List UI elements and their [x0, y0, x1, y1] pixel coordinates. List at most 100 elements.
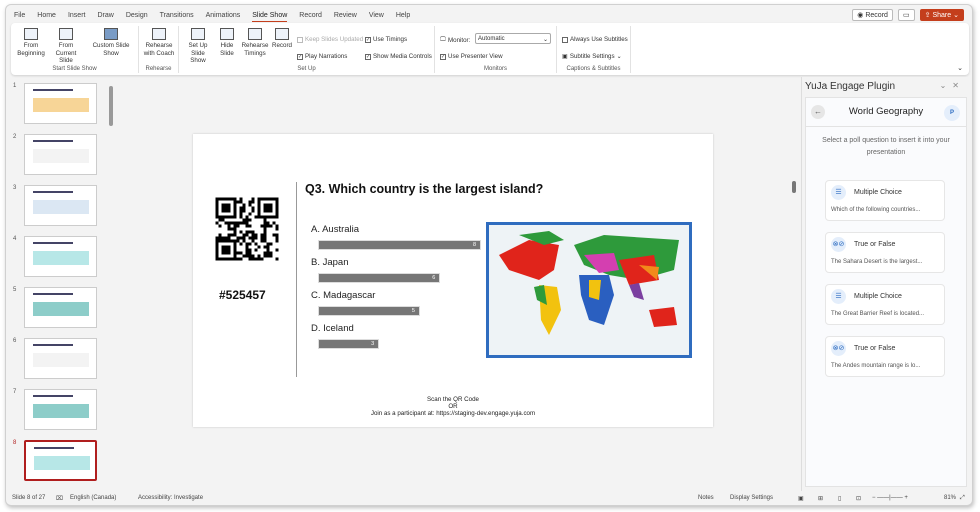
tab-draw[interactable]: Draw	[97, 12, 113, 22]
avatar[interactable]: P	[944, 105, 960, 121]
record-icon: ◉	[857, 12, 864, 19]
poll-question: The Great Barrier Reef is located...	[831, 311, 925, 317]
display-settings-button[interactable]: Display Settings	[730, 495, 773, 501]
slide-number: 4	[13, 236, 17, 242]
true-false-icon: ⊗⊘	[831, 237, 846, 252]
slide-thumbnails: 123456789	[6, 77, 110, 491]
slide-number: 6	[13, 338, 17, 344]
tab-view[interactable]: View	[369, 12, 384, 22]
poll-card[interactable]: ⊗⊘ True or False The Andes mountain range …	[825, 336, 945, 377]
record-button[interactable]: ◉ Record	[852, 9, 893, 21]
slide-thumbnail[interactable]	[24, 389, 97, 430]
tab-record[interactable]: Record	[299, 12, 322, 22]
option-label: B. Japan	[311, 257, 349, 268]
rehearse-coach-button[interactable]: Rehearse with Coach	[141, 28, 177, 57]
poll-type: True or False	[854, 345, 896, 352]
setup-icon	[191, 28, 205, 40]
vote-bar: 6	[318, 273, 441, 283]
group-rehearse: Rehearse with Coach Rehearse	[139, 26, 179, 73]
list-icon: ☰	[831, 185, 846, 200]
option-label: C. Madagascar	[311, 290, 376, 301]
footer-line-2: OR	[448, 403, 458, 410]
slide-number: 8	[13, 440, 17, 446]
session-code: #525457	[219, 288, 266, 302]
tab-review[interactable]: Review	[334, 12, 357, 22]
share-button[interactable]: ⇪ Share ⌄	[919, 9, 964, 21]
zoom-slider[interactable]: − ——|—— +	[872, 495, 908, 501]
keep-slides-updated-checkbox[interactable]: Keep Slides Updated	[297, 36, 363, 43]
subtitle-settings-button[interactable]: ▣ Subtitle Settings ⌄	[562, 53, 622, 60]
tab-animations[interactable]: Animations	[206, 12, 241, 22]
record-slide-button[interactable]: Record	[271, 28, 293, 50]
poll-set-name: World Geography	[848, 106, 924, 117]
group-monitors: 🖵 Monitor: Automatic ⌄ ✓ Use Presenter View…	[435, 26, 557, 73]
rehearse-timings-button[interactable]: Rehearse Timings	[241, 28, 269, 57]
subtitle-icon: ▣	[562, 53, 568, 60]
hide-slide-button[interactable]: Hide Slide	[217, 28, 237, 57]
instructions-text: Select a poll question to insert it into…	[822, 137, 950, 156]
slide-number: 1	[13, 83, 17, 89]
tab-transitions[interactable]: Transitions	[160, 12, 194, 22]
slide-icon	[59, 28, 73, 40]
slide-thumbnail[interactable]	[24, 287, 97, 328]
poll-card[interactable]: ⊗⊘ True or False The Sahara Desert is the …	[825, 232, 945, 273]
set-up-slide-show-button[interactable]: Set Up Slide Show	[183, 28, 213, 65]
close-icon[interactable]: ✕	[952, 81, 965, 90]
pane-options-icon[interactable]: ⌄	[940, 81, 953, 90]
spellcheck-icon[interactable]: ⌧	[56, 495, 63, 502]
powerpoint-window: File Home Insert Draw Design Transitions Anima…	[5, 4, 973, 506]
slide-thumbnail[interactable]	[24, 440, 97, 481]
monitor-label: 🖵 Monitor:	[440, 36, 471, 44]
from-current-button[interactable]: From Current Slide	[49, 28, 83, 65]
poll-question: The Andes mountain range is lo...	[831, 363, 921, 369]
use-presenter-view-checkbox[interactable]: ✓ Use Presenter View	[440, 53, 503, 60]
play-narrations-checkbox[interactable]: ✓ Play Narrations	[297, 53, 347, 60]
ribbon-tabs: File Home Insert Draw Design Transitions Anima…	[14, 12, 410, 22]
monitor-icon: 🖵	[440, 36, 446, 43]
slide-scrollbar[interactable]	[791, 81, 797, 491]
monitor-select[interactable]: Automatic ⌄	[475, 33, 551, 44]
vote-bar: 5	[318, 306, 420, 316]
fit-slide-icon[interactable]: ⤢	[960, 495, 965, 502]
slide-thumbnail[interactable]	[24, 185, 97, 226]
custom-slide-show-button[interactable]: Custom Slide Show	[91, 28, 131, 57]
notes-button[interactable]: Notes	[698, 495, 714, 501]
footer-line-1: Scan the QR Code	[427, 396, 479, 403]
tab-file[interactable]: File	[14, 12, 25, 22]
show-media-controls-checkbox[interactable]: ✓ Show Media Controls	[365, 53, 432, 60]
poll-card[interactable]: ☰ Multiple Choice The Great Barrier Reef i…	[825, 284, 945, 325]
language-button[interactable]: English (Canada)	[70, 495, 116, 501]
normal-view-icon[interactable]: ▣	[798, 495, 804, 502]
slide-thumbnail[interactable]	[24, 338, 97, 379]
slide-thumbnail[interactable]	[24, 134, 97, 175]
slide-thumbnail[interactable]	[24, 236, 97, 277]
tab-insert[interactable]: Insert	[68, 12, 86, 22]
accessibility-button[interactable]: Accessibility: Investigate	[138, 495, 203, 501]
group-set-up: Set Up Slide Show Hide Slide Rehearse Ti…	[179, 26, 435, 73]
slide-canvas[interactable]: #525457 Q3. Which country is the largest…	[193, 134, 713, 427]
reading-view-icon[interactable]: ▯	[838, 495, 841, 502]
tab-home[interactable]: Home	[37, 12, 56, 22]
play-icon	[24, 28, 38, 40]
tab-slide-show[interactable]: Slide Show	[252, 12, 288, 22]
always-use-subtitles-checkbox[interactable]: Always Use Subtitles	[562, 36, 628, 43]
tab-design[interactable]: Design	[126, 12, 148, 22]
pane-title: YuJa Engage Plugin	[805, 81, 896, 92]
comments-button[interactable]: ▭	[897, 9, 915, 21]
collapse-ribbon-button[interactable]: ⌄	[957, 64, 963, 72]
use-timings-checkbox[interactable]: ✓ Use Timings	[365, 36, 407, 43]
from-beginning-button[interactable]: From Beginning	[17, 28, 45, 57]
vote-bar: 3	[318, 339, 380, 349]
slide-thumbnail[interactable]	[24, 83, 97, 124]
custom-show-icon	[104, 28, 118, 40]
group-start-slide-show: From Beginning From Current Slide Custom…	[11, 26, 139, 73]
thumbnail-scrollbar[interactable]	[109, 81, 114, 491]
poll-card[interactable]: ☰ Multiple Choice Which of the following c…	[825, 180, 945, 221]
zoom-level[interactable]: 81%	[944, 495, 956, 501]
poll-question: The Sahara Desert is the largest...	[831, 259, 923, 265]
slideshow-view-icon[interactable]: ⊡	[856, 495, 861, 502]
slide-counter: Slide 8 of 27	[12, 495, 46, 501]
poll-type: Multiple Choice	[854, 293, 902, 300]
tab-help[interactable]: Help	[396, 12, 410, 22]
slide-sorter-icon[interactable]: ⊞	[818, 495, 823, 502]
